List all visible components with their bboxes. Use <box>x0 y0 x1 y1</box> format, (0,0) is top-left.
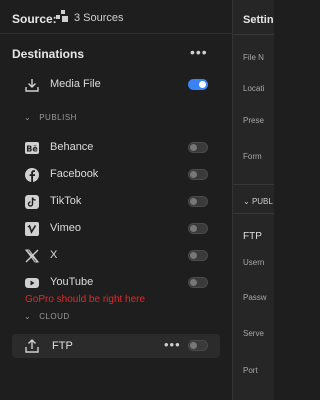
setting-label-password: Passw <box>243 293 267 302</box>
vimeo-toggle[interactable] <box>188 223 208 234</box>
setting-label-format: Form <box>243 152 262 161</box>
sources-stack-icon <box>56 10 68 22</box>
behance-icon: Bē <box>25 142 39 154</box>
destination-row-vimeo[interactable]: Vimeo <box>0 218 232 240</box>
tiktok-label: TikTok <box>50 195 82 207</box>
destination-row-youtube[interactable]: YouTube <box>0 272 232 294</box>
vimeo-label: Vimeo <box>50 222 81 234</box>
download-icon <box>25 79 39 92</box>
x-icon <box>25 249 39 263</box>
vimeo-icon <box>25 222 39 236</box>
youtube-toggle[interactable] <box>188 277 208 288</box>
divider <box>233 34 274 35</box>
setting-label-file-name: File N <box>243 53 264 62</box>
x-toggle[interactable] <box>188 250 208 261</box>
annotation-note: GoPro should be right here <box>25 294 146 305</box>
destinations-title: Destinations <box>12 47 85 61</box>
source-label: Source: <box>12 12 57 26</box>
destination-row-ftp[interactable]: FTP ••• <box>12 334 220 358</box>
destination-row-media-file[interactable]: Media File <box>0 74 232 96</box>
publish-section-header[interactable]: ⌄ PUBLISH <box>24 113 77 122</box>
media-file-label: Media File <box>50 78 101 90</box>
behance-toggle[interactable] <box>188 142 208 153</box>
divider <box>233 213 274 214</box>
tiktok-toggle[interactable] <box>188 196 208 207</box>
settings-heading: Setting <box>243 14 274 26</box>
setting-label-username: Usern <box>243 258 265 267</box>
setting-label-server: Serve <box>243 329 264 338</box>
publish-header[interactable]: ⌄ PUBL <box>243 197 273 206</box>
chevron-down-icon: ⌄ <box>24 312 32 321</box>
destination-row-behance[interactable]: Bē Behance <box>0 137 232 159</box>
setting-label-location: Locati <box>243 84 265 93</box>
settings-panel: Setting File N Locati Prese Form ⌄ PUBL … <box>232 0 274 400</box>
destination-row-x[interactable]: X <box>0 245 232 267</box>
cloud-section-header[interactable]: ⌄ CLOUD <box>24 312 70 321</box>
ftp-label: FTP <box>52 340 73 352</box>
source-bar: Source: 3 Sources <box>0 0 232 34</box>
ftp-settings-title: FTP <box>243 231 262 242</box>
youtube-label: YouTube <box>50 276 94 288</box>
media-file-toggle[interactable] <box>188 79 208 90</box>
setting-label-preset: Prese <box>243 116 264 125</box>
youtube-icon <box>25 278 39 288</box>
facebook-label: Facebook <box>50 168 99 180</box>
ftp-toggle[interactable] <box>188 340 208 351</box>
tiktok-icon <box>25 195 39 209</box>
svg-text:Bē: Bē <box>26 145 38 154</box>
chevron-down-icon: ⌄ <box>243 197 252 206</box>
divider <box>233 184 274 185</box>
chevron-down-icon: ⌄ <box>24 113 32 122</box>
source-count[interactable]: 3 Sources <box>74 12 124 24</box>
destination-row-facebook[interactable]: Facebook <box>0 164 232 186</box>
ftp-menu-button[interactable]: ••• <box>164 337 181 352</box>
left-panel: Source: 3 Sources Destinations ••• Media… <box>0 0 232 400</box>
facebook-icon <box>25 168 39 182</box>
x-label: X <box>50 249 58 261</box>
upload-icon <box>25 339 39 353</box>
setting-label-port: Port <box>243 366 258 375</box>
destinations-menu-button[interactable]: ••• <box>190 44 208 60</box>
behance-label: Behance <box>50 141 94 153</box>
facebook-toggle[interactable] <box>188 169 208 180</box>
destination-row-tiktok[interactable]: TikTok <box>0 191 232 213</box>
